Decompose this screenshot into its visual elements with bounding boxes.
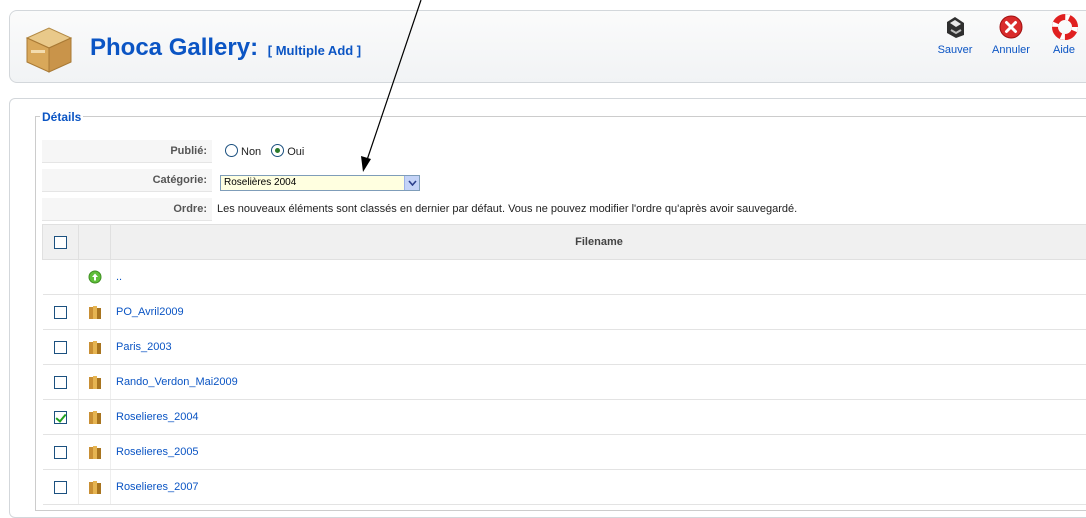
row-checkbox[interactable]	[54, 376, 67, 389]
parent-folder-link[interactable]: ..	[111, 260, 1086, 295]
folder-name-link[interactable]: Rando_Verdon_Mai2009	[111, 365, 1086, 400]
help-button[interactable]: Aide	[1042, 14, 1086, 68]
page-title-sub: [ Multiple Add ]	[268, 43, 361, 58]
row-checkbox[interactable]	[54, 481, 67, 494]
table-row[interactable]: Roselieres_2004	[43, 400, 1086, 435]
category-select[interactable]: Roselières 2004	[220, 175, 420, 191]
published-yes-radio[interactable]	[271, 144, 284, 157]
floppy-disk-icon	[942, 14, 968, 40]
cancel-label: Annuler	[981, 44, 1041, 56]
filename-header: Filename	[111, 225, 1086, 260]
select-all-checkbox[interactable]	[54, 236, 67, 249]
row-checkbox[interactable]	[54, 411, 67, 424]
folder-name-link[interactable]: PO_Avril2009	[111, 295, 1086, 330]
published-yes-label: Oui	[287, 146, 304, 158]
folder-name-link[interactable]: Roselieres_2007	[111, 470, 1086, 505]
parent-folder-row[interactable]: ..	[43, 260, 1086, 295]
published-no-label: Non	[241, 146, 261, 158]
box-icon	[23, 24, 75, 74]
folder-icon	[87, 444, 103, 460]
file-table: Filename .. PO_Avril2009Paris_2003Rando_…	[42, 224, 1086, 505]
folder-icon	[87, 374, 103, 390]
folder-name-link[interactable]: Roselieres_2005	[111, 435, 1086, 470]
category-selected-value: Roselières 2004	[224, 177, 296, 188]
select-all-cell	[43, 225, 79, 260]
row-checkbox[interactable]	[54, 341, 67, 354]
table-row[interactable]: Paris_2003	[43, 330, 1086, 365]
table-row[interactable]: Rando_Verdon_Mai2009	[43, 365, 1086, 400]
folder-icon	[87, 304, 103, 320]
row-checkbox[interactable]	[54, 446, 67, 459]
table-header-row: Filename	[43, 225, 1086, 260]
folder-name-link[interactable]: Paris_2003	[111, 330, 1086, 365]
save-label: Sauver	[925, 44, 985, 56]
page-title-main: Phoca Gallery:	[90, 34, 258, 61]
order-label: Ordre:	[42, 198, 212, 221]
icon-header-cell	[79, 225, 111, 260]
published-label: Publié:	[42, 140, 212, 163]
table-row[interactable]: Roselieres_2007	[43, 470, 1086, 505]
row-checkbox[interactable]	[54, 306, 67, 319]
help-label: Aide	[1042, 44, 1086, 56]
cancel-button[interactable]: Annuler	[981, 14, 1041, 68]
published-no-radio[interactable]	[225, 144, 238, 157]
table-row[interactable]: PO_Avril2009	[43, 295, 1086, 330]
published-radio-group: Non Oui	[225, 141, 311, 163]
lifebuoy-icon	[1052, 14, 1078, 40]
chevron-down-icon[interactable]	[404, 176, 419, 190]
folder-icon	[87, 339, 103, 355]
folder-icon	[87, 479, 103, 495]
table-row[interactable]: Roselieres_2005	[43, 435, 1086, 470]
folder-up-icon[interactable]	[88, 270, 102, 284]
category-label: Catégorie:	[42, 169, 212, 192]
folder-icon	[87, 409, 103, 425]
page-title: Phoca Gallery: [ Multiple Add ]	[90, 34, 361, 62]
save-button[interactable]: Sauver	[925, 14, 985, 68]
folder-name-link[interactable]: Roselieres_2004	[111, 400, 1086, 435]
details-legend: Détails	[40, 110, 83, 124]
order-text: Les nouveaux éléments sont classés en de…	[217, 198, 797, 220]
cancel-icon	[998, 14, 1024, 40]
